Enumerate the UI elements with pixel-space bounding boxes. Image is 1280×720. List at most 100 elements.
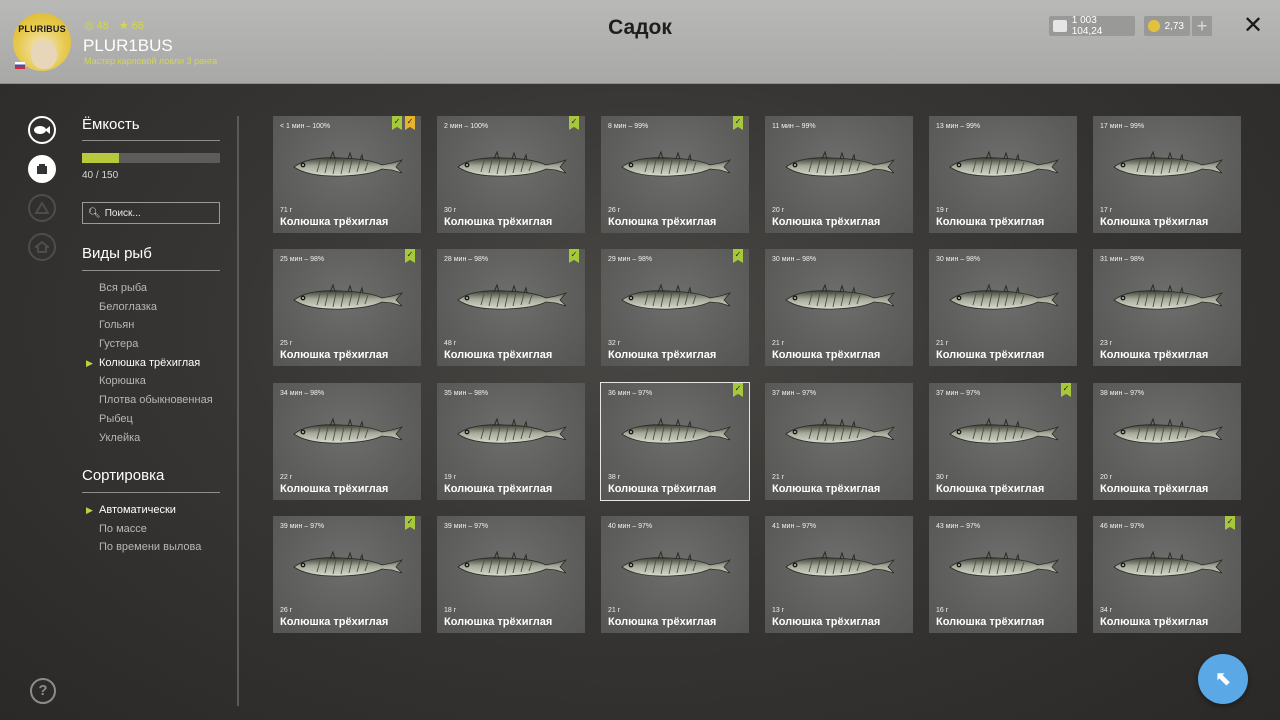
species-item[interactable]: Корюшка — [99, 372, 213, 391]
fish-weight: 32 г — [608, 340, 621, 347]
fish-name: Колюшка трёхиглая — [280, 216, 389, 228]
fish-weight: 16 г — [936, 607, 949, 614]
stickleback-fish-icon — [293, 417, 404, 444]
capacity-divider — [82, 140, 220, 141]
fish-weight: 26 г — [280, 607, 293, 614]
fish-badges: ✓ — [405, 249, 415, 263]
fish-catch-time: 39 мин – 97% — [444, 523, 489, 530]
house-icon[interactable] — [28, 233, 56, 261]
fish-card[interactable]: 37 мин – 97% 21 г Колюшка трёхиглая — [765, 383, 913, 500]
checkmark-bookmark-icon: ✓ — [405, 516, 415, 530]
checkmark-bookmark-icon: ✓ — [405, 249, 415, 263]
species-item[interactable]: ▶ Колюшка трёхиглая — [86, 354, 213, 373]
sort-item[interactable]: ▶ Автоматически — [86, 501, 201, 520]
fish-card[interactable]: 29 мин – 98% ✓ 32 г Колюшка трёхиглая — [601, 249, 749, 366]
fish-weight: 30 г — [936, 474, 949, 481]
stickleback-fish-icon — [785, 283, 896, 310]
species-item-label: Плотва обыкновенная — [99, 394, 213, 407]
fish-card[interactable]: 30 мин – 98% 21 г Колюшка трёхиглая — [929, 249, 1077, 366]
fish-catch-time: 36 мин – 97% — [608, 390, 653, 397]
stickleback-fish-icon — [621, 550, 732, 577]
fish-card[interactable]: 36 мин – 97% ✓ 38 г Колюшка трёхиглая — [600, 382, 750, 501]
species-divider — [82, 270, 220, 271]
tent-icon[interactable] — [28, 194, 56, 222]
search-input[interactable]: 🔍︎ Поиск... — [82, 202, 220, 224]
fish-card[interactable]: 43 мин – 97% 16 г Колюшка трёхиглая — [929, 516, 1077, 633]
fish-weight: 22 г — [280, 474, 293, 481]
fish-weight: 21 г — [772, 474, 785, 481]
fish-card[interactable]: 25 мин – 98% ✓ 25 г Колюшка трёхиглая — [273, 249, 421, 366]
fish-card[interactable]: 40 мин – 97% 21 г Колюшка трёхиглая — [601, 516, 749, 633]
add-gold-button[interactable]: + — [1192, 16, 1212, 36]
species-item-label: Гольян — [99, 319, 135, 332]
fish-catch-time: 38 мин – 97% — [1100, 390, 1145, 397]
checkmark-bookmark-icon: ✓ — [733, 116, 743, 130]
species-item[interactable]: Уклейка — [99, 429, 213, 448]
stickleback-fish-icon — [293, 283, 404, 310]
species-item[interactable]: Вся рыба — [99, 279, 213, 298]
capacity-bar-fill — [82, 153, 119, 163]
fish-weight: 20 г — [772, 207, 785, 214]
stickleback-fish-icon — [1113, 283, 1224, 310]
bucket-icon[interactable] — [28, 155, 56, 183]
species-item[interactable]: Гольян — [99, 316, 213, 335]
fish-name: Колюшка трёхиглая — [444, 616, 553, 628]
species-item[interactable]: Густера — [99, 335, 213, 354]
sort-divider — [82, 492, 220, 493]
stickleback-fish-icon — [949, 150, 1060, 177]
species-item[interactable]: Рыбец — [99, 410, 213, 429]
fish-card[interactable]: 30 мин – 98% 21 г Колюшка трёхиглая — [765, 249, 913, 366]
stickleback-fish-icon — [949, 283, 1060, 310]
fish-card[interactable]: 38 мин – 97% 20 г Колюшка трёхиглая — [1093, 383, 1241, 500]
fish-card[interactable]: 41 мин – 97% 13 г Колюшка трёхиглая — [765, 516, 913, 633]
fish-card[interactable]: 46 мин – 97% ✓ 34 г Колюшка трёхиглая — [1093, 516, 1241, 633]
fish-weight: 18 г — [444, 607, 457, 614]
fish-name: Колюшка трёхиглая — [936, 349, 1045, 361]
fish-name: Колюшка трёхиглая — [280, 349, 389, 361]
checkmark-bookmark-icon: ✓ — [733, 249, 743, 263]
close-button[interactable]: ✕ — [1241, 14, 1265, 38]
stickleback-fish-icon — [785, 417, 896, 444]
cursor-mode-button[interactable]: ⬉ — [1198, 654, 1248, 704]
fish-card[interactable]: 28 мин – 98% ✓ 48 г Колюшка трёхиглая — [437, 249, 585, 366]
stickleback-fish-icon — [293, 150, 404, 177]
fish-badges: ✓ — [733, 383, 743, 397]
fish-card[interactable]: 13 мин – 99% 19 г Колюшка трёхиглая — [929, 116, 1077, 233]
fish-card[interactable]: 17 мин – 99% 17 г Колюшка трёхиглая — [1093, 116, 1241, 233]
stickleback-fish-icon — [785, 550, 896, 577]
fish-badges: ✓ — [569, 249, 579, 263]
fish-catch-time: 40 мин – 97% — [608, 523, 653, 530]
fish-weight: 71 г — [280, 207, 293, 214]
fish-catch-time: 39 мин – 97% — [280, 523, 325, 530]
sort-item[interactable]: По массе — [99, 520, 201, 539]
species-item[interactable]: Плотва обыкновенная — [99, 391, 213, 410]
fish-weight: 38 г — [608, 474, 621, 481]
trophy-bookmark-icon: ✓ — [405, 116, 415, 130]
fish-catch-time: 28 мин – 98% — [444, 256, 489, 263]
fish-card[interactable]: 2 мин – 100% ✓ 30 г Колюшка трёхиглая — [437, 116, 585, 233]
fish-name: Колюшка трёхиглая — [608, 616, 717, 628]
fish-card[interactable]: 39 мин – 97% ✓ 26 г Колюшка трёхиглая — [273, 516, 421, 633]
fish-card[interactable]: 8 мин – 99% ✓ 26 г Колюшка трёхиглая — [601, 116, 749, 233]
fish-weight: 13 г — [772, 607, 785, 614]
fish-card[interactable]: 11 мин – 99% 20 г Колюшка трёхиглая — [765, 116, 913, 233]
fish-card[interactable]: 35 мин – 98% 19 г Колюшка трёхиглая — [437, 383, 585, 500]
fish-card[interactable]: 37 мин – 97% ✓ 30 г Колюшка трёхиглая — [929, 383, 1077, 500]
checkmark-bookmark-icon: ✓ — [392, 116, 402, 130]
sort-item[interactable]: По времени вылова — [99, 538, 201, 557]
species-item[interactable]: Белоглазка — [99, 298, 213, 317]
species-item-label: Корюшка — [99, 375, 146, 388]
fish-weight: 30 г — [444, 207, 457, 214]
gold-balance: 2,73 — [1144, 16, 1190, 36]
stickleback-fish-icon — [457, 283, 568, 310]
fish-card[interactable]: < 1 мин – 100% ✓ ✓ 71 г Колюшка трёхиглая — [273, 116, 421, 233]
search-placeholder: Поиск... — [104, 207, 141, 219]
fish-card[interactable]: 39 мин – 97% 18 г Колюшка трёхиглая — [437, 516, 585, 633]
russia-flag-icon — [15, 62, 25, 69]
fish-card[interactable]: 34 мин – 98% 22 г Колюшка трёхиглая — [273, 383, 421, 500]
fish-card[interactable]: 31 мин – 98% 23 г Колюшка трёхиглая — [1093, 249, 1241, 366]
help-icon[interactable]: ? — [30, 678, 56, 704]
fish-keepnet-icon[interactable] — [28, 116, 56, 144]
fish-name: Колюшка трёхиглая — [608, 216, 717, 228]
species-list: Вся рыба Белоглазка Гольян Густера ▶ Колюшка … — [86, 279, 213, 448]
